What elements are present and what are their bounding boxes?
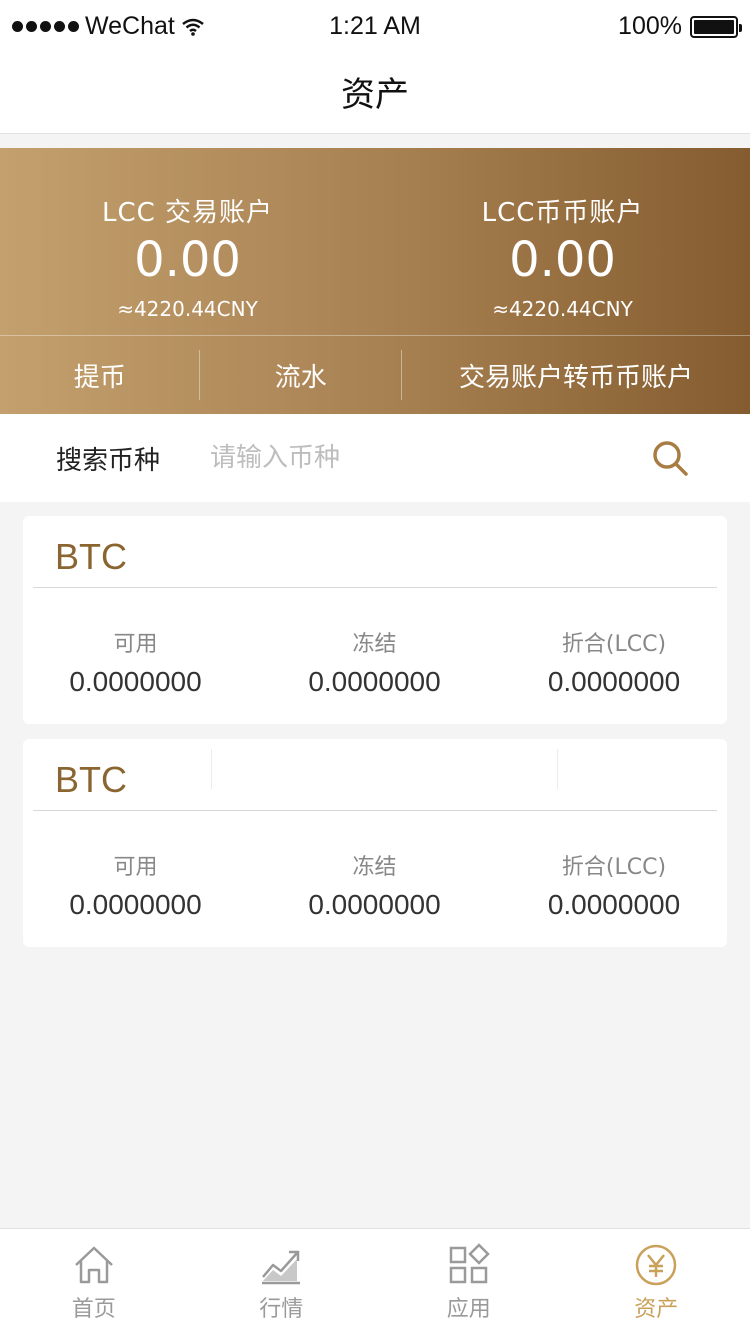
asset-card[interactable]: BTC 可用 0.0000000 冻结 0.0000000 折合(LCC) 0.… bbox=[23, 739, 727, 947]
equivalent-column: 折合(LCC) 0.0000000 bbox=[501, 626, 727, 698]
banner-actions: 提币 流水 交易账户转币币账户 bbox=[0, 336, 750, 414]
tab-market[interactable]: 行情 bbox=[188, 1229, 376, 1334]
card-divider bbox=[33, 810, 717, 811]
equivalent-label: 折合(LCC) bbox=[561, 632, 667, 657]
home-icon bbox=[74, 1246, 113, 1284]
signal-strength-icon bbox=[12, 21, 79, 32]
status-bar: WeChat 1:21 AM 100% bbox=[0, 0, 750, 50]
coin-account[interactable]: LCC币币账户 0.00 ≈4220.44CNY bbox=[375, 148, 750, 335]
transactions-button[interactable]: 流水 bbox=[200, 336, 400, 414]
transfer-button[interactable]: 交易账户转币币账户 bbox=[402, 336, 750, 414]
available-value: 0.0000000 bbox=[69, 889, 202, 920]
account-name: LCC 交易账户 bbox=[101, 198, 274, 228]
card-divider bbox=[33, 587, 717, 588]
asset-symbol: BTC bbox=[55, 759, 127, 800]
equivalent-label: 折合(LCC) bbox=[561, 855, 667, 880]
withdraw-button[interactable]: 提币 bbox=[0, 336, 199, 414]
available-value: 0.0000000 bbox=[69, 666, 202, 697]
equivalent-column: 折合(LCC) 0.0000000 bbox=[501, 849, 727, 921]
tab-label: 应用 bbox=[446, 1297, 491, 1322]
carrier-label: WeChat bbox=[85, 12, 175, 40]
battery-percent: 100% bbox=[618, 12, 682, 40]
search-input[interactable] bbox=[210, 436, 590, 480]
wifi-icon bbox=[182, 18, 204, 36]
search-icon[interactable] bbox=[650, 438, 690, 478]
frozen-value: 0.0000000 bbox=[308, 666, 441, 697]
search-label: 搜索币种 bbox=[56, 445, 161, 476]
apps-icon bbox=[449, 1243, 490, 1284]
asset-symbol: BTC bbox=[55, 536, 127, 577]
frozen-column: 冻结 0.0000000 bbox=[248, 626, 501, 698]
equivalent-value: 0.0000000 bbox=[547, 666, 681, 697]
tab-label: 资产 bbox=[634, 1297, 679, 1322]
asset-balances: 可用 0.0000000 冻结 0.0000000 折合(LCC) 0.0000… bbox=[23, 849, 727, 921]
tab-apps[interactable]: 应用 bbox=[375, 1229, 563, 1334]
available-column: 可用 0.0000000 bbox=[23, 626, 248, 698]
frozen-label: 冻结 bbox=[352, 855, 397, 880]
ghost-divider bbox=[211, 749, 212, 789]
tab-bar: 首页 行情 应用 资产 bbox=[0, 1228, 750, 1334]
status-left: WeChat bbox=[12, 12, 205, 41]
tab-label: 行情 bbox=[259, 1297, 304, 1322]
account-balance: 0.00 bbox=[134, 232, 241, 288]
asset-balances: 可用 0.0000000 冻结 0.0000000 折合(LCC) 0.0000… bbox=[23, 626, 727, 698]
available-label: 可用 bbox=[113, 632, 158, 657]
account-cny-value: ≈4220.44CNY bbox=[117, 297, 258, 321]
tab-label: 首页 bbox=[71, 1297, 116, 1322]
trading-account[interactable]: LCC 交易账户 0.00 ≈4220.44CNY bbox=[0, 148, 375, 335]
equivalent-value: 0.0000000 bbox=[547, 889, 681, 920]
account-balance: 0.00 bbox=[509, 232, 616, 288]
frozen-column: 冻结 0.0000000 bbox=[248, 849, 501, 921]
frozen-value: 0.0000000 bbox=[308, 889, 441, 920]
page-title: 资产 bbox=[341, 75, 409, 115]
available-column: 可用 0.0000000 bbox=[23, 849, 248, 921]
yen-icon bbox=[636, 1244, 677, 1286]
search-bar: 搜索币种 bbox=[0, 414, 750, 502]
status-right: 100% bbox=[618, 12, 742, 41]
battery-icon bbox=[690, 15, 742, 38]
tab-home[interactable]: 首页 bbox=[0, 1229, 188, 1334]
nav-bar: 资产 bbox=[0, 50, 750, 134]
chart-icon bbox=[262, 1250, 301, 1285]
asset-card[interactable]: BTC 可用 0.0000000 冻结 0.0000000 折合(LCC) 0.… bbox=[23, 516, 727, 724]
account-banner: LCC 交易账户 0.00 ≈4220.44CNY LCC币币账户 0.00 ≈… bbox=[0, 148, 750, 414]
tab-assets[interactable]: 资产 bbox=[563, 1229, 750, 1334]
account-summary: LCC 交易账户 0.00 ≈4220.44CNY LCC币币账户 0.00 ≈… bbox=[0, 148, 750, 335]
frozen-label: 冻结 bbox=[352, 632, 397, 657]
ghost-divider bbox=[557, 749, 558, 789]
available-label: 可用 bbox=[113, 855, 158, 880]
account-cny-value: ≈4220.44CNY bbox=[492, 297, 633, 321]
account-name: LCC币币账户 bbox=[481, 198, 644, 228]
